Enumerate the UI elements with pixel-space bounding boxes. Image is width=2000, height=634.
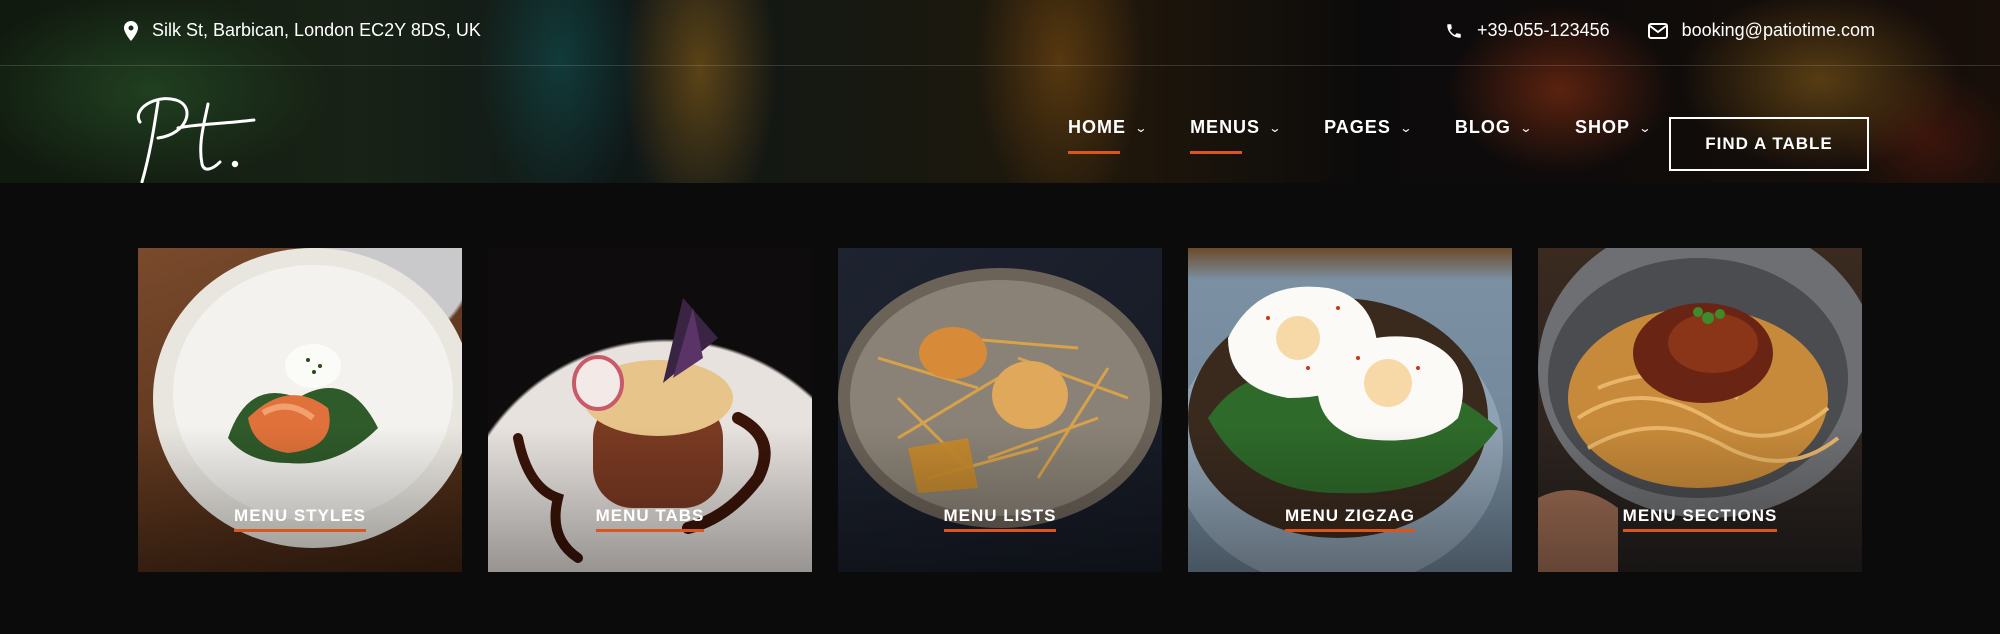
phone-link[interactable]: +39-055-123456	[1445, 20, 1610, 41]
card-label-text: MENU TABS	[595, 506, 705, 532]
nav-home-label: HOME	[1068, 117, 1126, 137]
nav-menus[interactable]: MENUS ⌄	[1190, 117, 1283, 154]
address-text: Silk St, Barbican, London EC2Y 8DS, UK	[152, 20, 481, 40]
chevron-down-icon: ⌄	[1638, 120, 1653, 135]
map-pin-icon	[124, 20, 138, 41]
nav-pages-label: PAGES	[1324, 117, 1391, 137]
phone-icon	[1445, 22, 1463, 40]
card-label: MENU LISTS	[838, 506, 1162, 532]
find-a-table-button[interactable]: FIND A TABLE	[1669, 117, 1869, 171]
site-logo[interactable]	[124, 88, 264, 183]
menu-cards: MENU STYLES MENU TABS MENU LISTS MENU ZI…	[138, 248, 1862, 572]
main-navigation: HOME ⌄ MENUS ⌄ PAGES ⌄ BLOG ⌄ SHOP ⌄	[1068, 117, 1694, 154]
nav-home[interactable]: HOME ⌄	[1068, 117, 1149, 154]
chevron-down-icon: ⌄	[1399, 120, 1414, 135]
card-label-text: MENU SECTIONS	[1622, 506, 1778, 532]
address: Silk St, Barbican, London EC2Y 8DS, UK	[124, 20, 481, 41]
chevron-down-icon: ⌄	[1268, 120, 1283, 135]
site-header: Silk St, Barbican, London EC2Y 8DS, UK +…	[0, 0, 2000, 183]
nav-menus-label: MENUS	[1190, 117, 1261, 137]
email-text: booking@patiotime.com	[1681, 20, 1875, 40]
card-menu-zigzag[interactable]: MENU ZIGZAG	[1188, 248, 1512, 572]
envelope-icon	[1647, 22, 1668, 39]
card-menu-lists[interactable]: MENU LISTS	[838, 248, 1162, 572]
email-link[interactable]: booking@patiotime.com	[1647, 20, 1875, 41]
nav-shop[interactable]: SHOP ⌄	[1575, 117, 1651, 138]
nav-blog-label: BLOG	[1454, 117, 1511, 137]
card-menu-tabs[interactable]: MENU TABS	[488, 248, 812, 572]
phone-text: +39-055-123456	[1477, 20, 1610, 40]
card-menu-styles[interactable]: MENU STYLES	[138, 248, 462, 572]
card-label-text: MENU ZIGZAG	[1285, 506, 1415, 532]
chevron-down-icon: ⌄	[1519, 120, 1534, 135]
card-label-text: MENU LISTS	[943, 506, 1057, 532]
nav-shop-label: SHOP	[1574, 117, 1630, 137]
card-label: MENU STYLES	[138, 506, 462, 532]
card-label: MENU TABS	[488, 506, 812, 532]
card-label: MENU ZIGZAG	[1188, 506, 1512, 532]
nav-pages[interactable]: PAGES ⌄	[1324, 117, 1412, 138]
top-info-bar: Silk St, Barbican, London EC2Y 8DS, UK +…	[0, 0, 2000, 66]
card-label-text: MENU STYLES	[234, 506, 366, 532]
chevron-down-icon: ⌄	[1134, 120, 1149, 135]
card-label: MENU SECTIONS	[1538, 506, 1862, 532]
contact-info: +39-055-123456 booking@patiotime.com	[1445, 20, 1875, 41]
nav-blog[interactable]: BLOG ⌄	[1455, 117, 1532, 138]
card-menu-sections[interactable]: MENU SECTIONS	[1538, 248, 1862, 572]
